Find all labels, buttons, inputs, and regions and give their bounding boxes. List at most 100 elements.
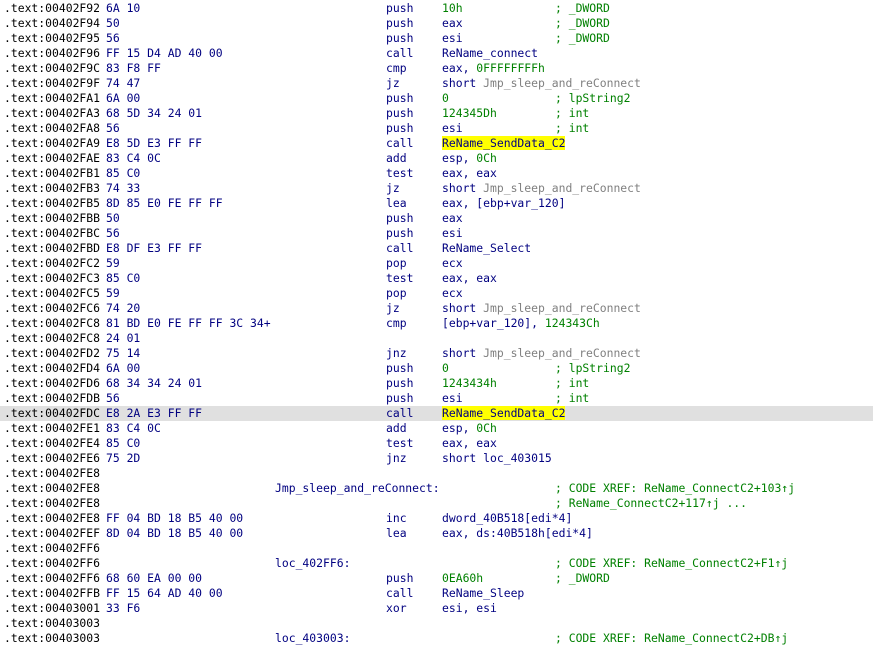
code-label[interactable]: loc_402FF6:: [275, 556, 350, 571]
instruction-operands[interactable]: short loc_403015: [442, 451, 552, 466]
address-text[interactable]: .text:00402FF6: [4, 571, 100, 586]
address-text[interactable]: .text:00402FA9: [4, 136, 100, 151]
address-text[interactable]: .text:00402FBB: [4, 211, 100, 226]
address-text[interactable]: .text:00402FE1: [4, 421, 100, 436]
address-text[interactable]: .text:00402FB1: [4, 166, 100, 181]
listing-row[interactable]: .text:00402FF6: [0, 541, 873, 556]
listing-row[interactable]: .text:00402FD2 75 14 jnz short Jmp_sleep_an…: [0, 346, 873, 361]
instruction-operands[interactable]: [ebp+var_120], 124343Ch: [442, 316, 600, 331]
listing-row[interactable]: .text:00402F9C 83 F8 FF cmp eax, 0FFFFFFFFh: [0, 61, 873, 76]
instruction-mnemonic[interactable]: call: [386, 586, 413, 601]
instruction-mnemonic[interactable]: xor: [386, 601, 407, 616]
listing-row[interactable]: .text:00402FF6 loc_402FF6: ; CODE XREF: Re…: [0, 556, 873, 571]
instruction-operands[interactable]: ReName_SendData_C2: [442, 406, 566, 421]
instruction-mnemonic[interactable]: push: [386, 31, 413, 46]
listing-row[interactable]: .text:00402FFB FF 15 64 AD 40 00 call ReNam…: [0, 586, 873, 601]
instruction-mnemonic[interactable]: cmp: [386, 61, 407, 76]
instruction-operands[interactable]: esi: [442, 31, 463, 46]
listing-row[interactable]: .text:00402FE4 85 C0 test eax, eax: [0, 436, 873, 451]
instruction-operands[interactable]: 124345Dh: [442, 106, 497, 121]
address-text[interactable]: .text:00402FE8: [4, 511, 100, 526]
instruction-mnemonic[interactable]: lea: [386, 526, 407, 541]
listing-row[interactable]: .text:00402FE1 83 C4 0C add esp, 0Ch: [0, 421, 873, 436]
instruction-operands[interactable]: short Jmp_sleep_and_reConnect: [442, 181, 641, 196]
instruction-operands[interactable]: esi: [442, 391, 463, 406]
instruction-operands[interactable]: eax, ds:40B518h[edi*4]: [442, 526, 593, 541]
address-text[interactable]: .text:00402FA8: [4, 121, 100, 136]
code-reference[interactable]: Jmp_sleep_and_reConnect: [483, 181, 641, 195]
address-text[interactable]: .text:00402FE8: [4, 481, 100, 496]
disassembly-listing[interactable]: .text:00402F92 6A 10 push 10h; _DWORD .text:…: [0, 0, 873, 649]
address-text[interactable]: .text:00402FAE: [4, 151, 100, 166]
instruction-mnemonic[interactable]: push: [386, 211, 413, 226]
instruction-operands[interactable]: esi: [442, 121, 463, 136]
code-label[interactable]: Jmp_sleep_and_reConnect:: [275, 481, 440, 496]
instruction-operands[interactable]: short Jmp_sleep_and_reConnect: [442, 301, 641, 316]
listing-row[interactable]: .text:00402FDB 56 push esi ; int: [0, 391, 873, 406]
instruction-mnemonic[interactable]: push: [386, 1, 413, 16]
listing-row[interactable]: .text:00403003 loc_403003: ; CODE XREF: Re…: [0, 631, 873, 646]
listing-row[interactable]: .text:00402FBC 56 push esi: [0, 226, 873, 241]
address-text[interactable]: .text:00402F9C: [4, 61, 100, 76]
instruction-mnemonic[interactable]: add: [386, 151, 407, 166]
instruction-operands[interactable]: eax, eax: [442, 166, 497, 181]
listing-row[interactable]: .text:00402FAE 83 C4 0C add esp, 0Ch: [0, 151, 873, 166]
listing-row[interactable]: .text:00402FC2 59 pop ecx: [0, 256, 873, 271]
instruction-mnemonic[interactable]: test: [386, 166, 413, 181]
address-text[interactable]: .text:00402FC3: [4, 271, 100, 286]
instruction-mnemonic[interactable]: test: [386, 436, 413, 451]
instruction-operands[interactable]: ReName_connect: [442, 46, 538, 61]
instruction-operands[interactable]: eax, [ebp+var_120]: [442, 196, 565, 211]
address-text[interactable]: .text:00402FBD: [4, 241, 100, 256]
listing-row[interactable]: .text:00402FEF 8D 04 BD 18 B5 40 00 lea eax…: [0, 526, 873, 541]
listing-row[interactable]: .text:00402F92 6A 10 push 10h ; _DWORD: [0, 1, 873, 16]
instruction-mnemonic[interactable]: add: [386, 421, 407, 436]
address-text[interactable]: .text:00402FF6: [4, 541, 100, 556]
instruction-mnemonic[interactable]: cmp: [386, 316, 407, 331]
address-text[interactable]: .text:00402F9F: [4, 76, 100, 91]
address-text[interactable]: .text:00402FC8: [4, 331, 100, 346]
instruction-mnemonic[interactable]: push: [386, 16, 413, 31]
listing-row[interactable]: .text:00402FA1 6A 00 push 0 ; lpString2: [0, 91, 873, 106]
address-text[interactable]: .text:00402FE4: [4, 436, 100, 451]
highlighted-symbol[interactable]: ReName_SendData_C2: [442, 136, 566, 150]
instruction-mnemonic[interactable]: push: [386, 106, 413, 121]
instruction-operands[interactable]: eax: [442, 16, 463, 31]
listing-row-selected[interactable]: .text:00402FDC E8 2A E3 FF FF call ReName_S…: [0, 406, 873, 421]
address-text[interactable]: .text:00402FA3: [4, 106, 100, 121]
listing-row[interactable]: .text:00402FB1 85 C0 test eax, eax: [0, 166, 873, 181]
instruction-mnemonic[interactable]: jz: [386, 76, 400, 91]
address-text[interactable]: .text:00402FB5: [4, 196, 100, 211]
highlighted-symbol[interactable]: ReName_SendData_C2: [442, 406, 566, 420]
address-text[interactable]: .text:00402F94: [4, 16, 100, 31]
instruction-mnemonic[interactable]: push: [386, 571, 413, 586]
listing-row[interactable]: .text:00402FE8 ; ReName_ConnectC2+117↑j .…: [0, 496, 873, 511]
instruction-operands[interactable]: 0: [442, 361, 449, 376]
instruction-mnemonic[interactable]: call: [386, 241, 413, 256]
instruction-operands[interactable]: esp, 0Ch: [442, 421, 497, 436]
address-text[interactable]: .text:00402FD4: [4, 361, 100, 376]
instruction-mnemonic[interactable]: jz: [386, 301, 400, 316]
listing-row[interactable]: .text:00402FB3 74 33 jz short Jmp_sleep_and…: [0, 181, 873, 196]
code-reference[interactable]: Jmp_sleep_and_reConnect: [483, 301, 641, 315]
instruction-operands[interactable]: ecx: [442, 286, 463, 301]
address-text[interactable]: .text:00402FFB: [4, 586, 100, 601]
address-text[interactable]: .text:00402FC6: [4, 301, 100, 316]
instruction-mnemonic[interactable]: call: [386, 46, 413, 61]
instruction-operands[interactable]: ReName_Sleep: [442, 586, 524, 601]
listing-row[interactable]: .text:00402F95 56 push esi ; _DWORD: [0, 31, 873, 46]
listing-row[interactable]: .text:00402FD6 68 34 34 24 01 push 1243434h…: [0, 376, 873, 391]
instruction-operands[interactable]: eax: [442, 211, 463, 226]
listing-row[interactable]: .text:00402FE8 Jmp_sleep_and_reConnect: ; …: [0, 481, 873, 496]
instruction-operands[interactable]: 1243434h: [442, 376, 497, 391]
listing-row[interactable]: .text:00402FE6 75 2D jnz short loc_403015: [0, 451, 873, 466]
listing-row[interactable]: .text:00402FC3 85 C0 test eax, eax: [0, 271, 873, 286]
address-text[interactable]: .text:00402FF6: [4, 556, 100, 571]
listing-row[interactable]: .text:00403003: [0, 616, 873, 631]
instruction-mnemonic[interactable]: push: [386, 361, 413, 376]
listing-row[interactable]: .text:00402F9F 74 47 jz short Jmp_sleep_and…: [0, 76, 873, 91]
instruction-mnemonic[interactable]: push: [386, 226, 413, 241]
instruction-operands[interactable]: 0EA60h: [442, 571, 483, 586]
instruction-operands[interactable]: ReName_Select: [442, 241, 531, 256]
listing-row[interactable]: .text:00402FBD E8 DF E3 FF FF call ReName_S…: [0, 241, 873, 256]
